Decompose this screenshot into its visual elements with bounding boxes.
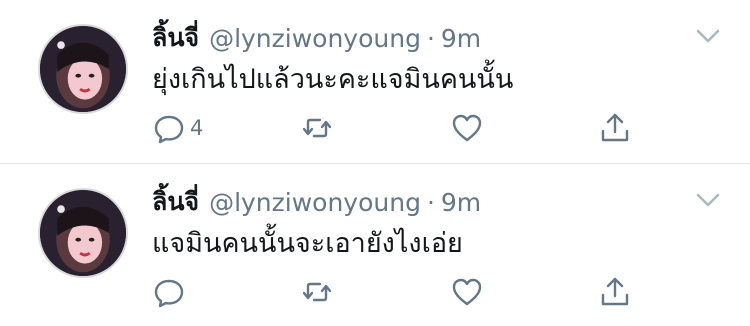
retweet-button[interactable] <box>300 272 334 312</box>
retweet-icon <box>302 118 332 138</box>
reply-count: 4 <box>190 116 204 140</box>
like-button[interactable] <box>450 108 484 148</box>
reply-button[interactable]: 4 <box>152 108 203 148</box>
reply-icon <box>154 115 184 144</box>
retweet-icon <box>302 282 332 302</box>
separator-dot: · <box>426 187 435 217</box>
reply-button[interactable] <box>152 272 190 312</box>
timestamp[interactable]: 9m <box>441 24 481 53</box>
tweet[interactable]: ลิ้นจี่ @lynziwonyoung · 9m ยุ่งเกินไปแล… <box>0 0 750 163</box>
reply-icon <box>154 279 184 308</box>
share-button[interactable] <box>598 108 632 148</box>
display-name[interactable]: ลิ้นจี่ <box>152 18 199 58</box>
share-button[interactable] <box>598 272 632 312</box>
avatar[interactable] <box>38 188 128 278</box>
like-icon <box>452 114 482 142</box>
share-icon <box>601 277 629 306</box>
like-icon <box>452 278 482 306</box>
like-button[interactable] <box>450 272 484 312</box>
chevron-down-icon[interactable] <box>694 24 722 48</box>
avatar-image <box>40 26 126 112</box>
tweet-actions: 4 <box>152 108 652 148</box>
retweet-button[interactable] <box>300 108 334 148</box>
avatar-image <box>40 190 126 276</box>
separator-dot: · <box>426 23 435 53</box>
chevron-down-icon[interactable] <box>694 188 722 212</box>
tweet-header: ลิ้นจี่ @lynziwonyoung · 9m <box>152 184 481 220</box>
avatar[interactable] <box>38 24 128 114</box>
tweet-text: แจมินคนนั้นจะเอายังไงเอ่ย <box>152 228 463 259</box>
user-handle[interactable]: @lynziwonyoung <box>209 24 421 53</box>
tweet-actions <box>152 272 652 312</box>
timestamp[interactable]: 9m <box>441 188 481 217</box>
display-name[interactable]: ลิ้นจี่ <box>152 182 199 222</box>
tweet[interactable]: ลิ้นจี่ @lynziwonyoung · 9m แจมินคนนั้นจ… <box>0 164 750 326</box>
tweet-text: ยุ่งเกินไปแล้วนะคะแจมินคนนั้น <box>152 64 514 95</box>
tweet-header: ลิ้นจี่ @lynziwonyoung · 9m <box>152 20 481 56</box>
user-handle[interactable]: @lynziwonyoung <box>209 188 421 217</box>
share-icon <box>601 113 629 142</box>
